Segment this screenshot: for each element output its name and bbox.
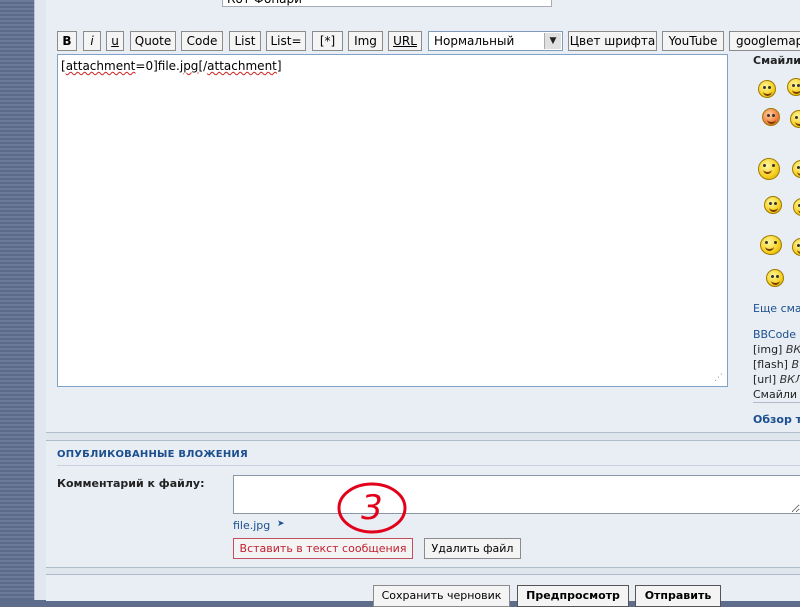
bold-button[interactable]: B (57, 31, 77, 51)
delete-file-button[interactable]: Удалить файл (424, 538, 521, 559)
url-status: [url] ВКЛ (753, 373, 800, 386)
ordered-list-button[interactable]: List= (266, 31, 306, 51)
editor-text-part: attachment (65, 59, 136, 73)
flash-status-value: В (791, 358, 800, 371)
code-button[interactable]: Code (181, 31, 223, 51)
font-size-value: Нормальный (434, 34, 515, 48)
img-status-tag: [img] (753, 343, 783, 356)
underline-button[interactable]: u (106, 31, 124, 51)
flash-status-tag: [flash] (753, 358, 788, 371)
annotation-circle-icon: 3 (337, 482, 407, 534)
img-status-value: ВК (785, 343, 800, 356)
editor-text-part: ] (276, 59, 282, 73)
editor-text-part: =0]file. (135, 59, 180, 73)
more-smilies-link[interactable]: Еще сма (753, 302, 800, 315)
submit-panel: Сохранить черновик Предпросмотр Отправит… (46, 574, 800, 607)
font-size-select[interactable]: Нормальный ▼ (428, 31, 563, 51)
file-comment-input[interactable] (233, 475, 800, 514)
grin-smiley-icon[interactable] (758, 80, 776, 98)
list-item-button[interactable]: [*] (312, 31, 343, 51)
angry-smiley-icon[interactable] (792, 238, 800, 256)
browse-link[interactable]: Обзор т (753, 413, 800, 426)
attachments-header: ОПУБЛИКОВАННЫЕ ВЛОЖЕНИЯ (57, 449, 248, 460)
comment-label: Комментарий к файлу: (57, 477, 205, 490)
editor-text-part: jpg (179, 59, 199, 73)
post-editor: B i u Quote Code List List= [*] Img URL … (46, 0, 800, 607)
tongue-smiley-icon[interactable] (764, 196, 782, 214)
editor-text-part: [/ (198, 59, 208, 73)
cool-smiley-icon[interactable] (790, 110, 800, 128)
annotation-number: 3 (361, 488, 383, 528)
chevron-down-icon[interactable]: ▼ (544, 33, 561, 49)
googlemaps-button[interactable]: googlemap (729, 31, 800, 51)
img-status: [img] ВК (753, 343, 800, 356)
submit-button[interactable]: Отправить (635, 585, 721, 607)
attachments-divider (57, 465, 800, 466)
youtube-button[interactable]: YouTube (662, 31, 724, 51)
editor-panel: B i u Quote Code List List= [*] Img URL … (46, 0, 800, 433)
editor-text-part: attachment (207, 59, 277, 73)
blush-smiley-icon[interactable] (762, 108, 780, 126)
devil-smiley-icon[interactable] (787, 78, 800, 96)
flash-status: [flash] В (753, 358, 799, 371)
attached-file-link[interactable]: file.jpg (233, 519, 270, 532)
sidebar-divider (753, 402, 800, 403)
hug-smiley-icon[interactable] (760, 235, 782, 255)
quote-button[interactable]: Quote (130, 31, 176, 51)
subject-input[interactable] (222, 0, 552, 7)
url-button[interactable]: URL (388, 31, 422, 51)
sailing-smiley-icon[interactable] (758, 158, 780, 180)
smilies-status: Смайли (753, 388, 798, 401)
wink-smiley-icon[interactable] (793, 198, 800, 216)
italic-button[interactable]: i (83, 31, 101, 51)
attachments-panel: ОПУБЛИКОВАННЫЕ ВЛОЖЕНИЯ Комментарий к фа… (46, 440, 800, 568)
save-draft-button[interactable]: Сохранить черновик (373, 585, 510, 607)
insert-into-post-button[interactable]: Вставить в текст сообщения (233, 538, 413, 559)
smilies-title: Смайли (753, 54, 800, 67)
window-frame-left (0, 0, 34, 600)
bbcode-status-link[interactable]: BBCode (753, 328, 796, 341)
eek-smiley-icon[interactable] (766, 269, 784, 287)
img-button[interactable]: Img (348, 31, 383, 51)
url-status-tag: [url] (753, 373, 777, 386)
url-status-value: ВКЛ (779, 373, 800, 386)
font-color-button[interactable]: Цвет шрифта (568, 31, 657, 51)
resize-grip-icon[interactable]: ⋰ (714, 373, 723, 383)
mad-smiley-icon[interactable] (792, 160, 800, 178)
expand-arrow-icon[interactable]: ➤ (277, 519, 285, 529)
preview-button[interactable]: Предпросмотр (517, 585, 629, 607)
message-textarea[interactable]: [attachment=0]file.jpg[/attachment] ⋰ (57, 54, 728, 387)
list-button[interactable]: List (229, 31, 261, 51)
